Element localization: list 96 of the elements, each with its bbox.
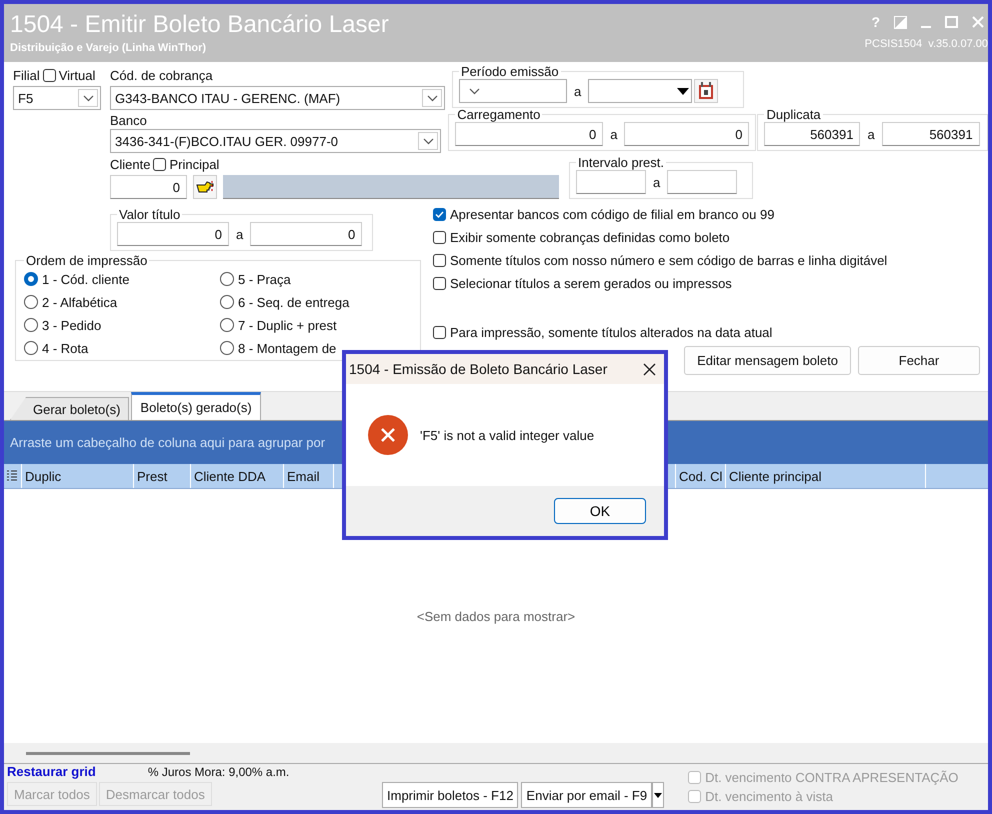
group-label: Período emissão <box>460 64 560 79</box>
column-chooser-icon[interactable] <box>7 470 17 482</box>
tab[interactable]: Gerar boleto(s) <box>10 397 130 420</box>
range-separator: a <box>236 226 244 242</box>
combo-box[interactable]: F5 <box>13 86 101 110</box>
calendar-icon <box>698 82 714 100</box>
column-header[interactable]: Cliente principal <box>726 464 926 488</box>
checkbox-label: Virtual <box>58 66 96 84</box>
input-field[interactable]: 560391 <box>764 122 860 146</box>
calendar-button[interactable] <box>694 79 718 103</box>
chevron-icon <box>422 138 434 144</box>
checkbox[interactable] <box>433 326 446 339</box>
checkbox-label: Principal <box>169 156 220 172</box>
field-label: Filial <box>13 66 40 84</box>
field-label: Banco <box>110 112 147 128</box>
dialog-title: 1504 - Emissão de Boleto Bancário Laser <box>349 361 608 377</box>
radio-button[interactable] <box>24 318 38 332</box>
radio-button[interactable] <box>24 341 38 355</box>
scrollbar-thumb[interactable] <box>26 752 190 754</box>
checkbox-label: Exibir somente cobranças definidas como boleto <box>450 230 730 245</box>
checkbox-label: Apresentar bancos com código de filial em branco ou 99 <box>450 207 774 222</box>
checkbox-label: Para impressão, somente títulos alterados na data atual <box>450 325 772 340</box>
radio-label: 2 - Alfabética <box>42 294 118 310</box>
range-separator: a <box>653 174 660 190</box>
field-label: Cód. de cobrança <box>110 66 213 84</box>
radio-label: 5 - Praça <box>238 272 291 286</box>
column-header[interactable]: Prest <box>134 464 191 488</box>
radio-button[interactable] <box>220 318 234 332</box>
input-field[interactable] <box>667 170 738 194</box>
column-header[interactable]: Cliente DDA <box>191 464 284 488</box>
checkbox-label: Somente títulos com nosso número e sem código de barras e linha digitável <box>450 253 888 268</box>
chevron-icon <box>82 94 94 102</box>
checkbox-label: Dt. vencimento CONTRA APRESENTAÇÃO <box>705 770 958 785</box>
checkbox[interactable] <box>433 208 446 221</box>
radio-label: 8 - Montagem de <box>238 340 336 356</box>
empty-message: <Sem dados para mostrar> <box>416 608 576 624</box>
date-field[interactable] <box>588 79 692 103</box>
dropdown-button[interactable] <box>652 782 664 808</box>
range-separator: a <box>610 126 618 142</box>
input-field[interactable]: 0 <box>250 222 362 246</box>
group-label: Carregamento <box>456 107 542 122</box>
radio-label: 3 - Pedido <box>42 318 102 332</box>
checkbox[interactable] <box>433 231 446 244</box>
print-button[interactable]: Imprimir boletos - F12 <box>382 782 518 808</box>
input-field[interactable]: 0 <box>117 222 229 246</box>
radio-button[interactable] <box>24 295 38 309</box>
group-label: Duplicata <box>765 107 822 122</box>
combo-box[interactable]: G343-BANCO ITAU - GERENC. (MAF) <box>110 86 445 110</box>
combo-box[interactable]: 3436-341-(F)BCO.ITAU GER. 09977-0 <box>110 129 442 153</box>
radio-button[interactable] <box>220 295 234 309</box>
column-header[interactable]: Duplic <box>22 464 134 488</box>
action-button[interactable]: Editar mensagem boleto <box>684 346 851 375</box>
checkbox[interactable] <box>433 254 446 267</box>
error-message: 'F5' is not a valid integer value <box>420 428 594 442</box>
restore-grid-link[interactable]: Restaurar grid <box>7 764 96 779</box>
window-subtitle: Distribuição e Varejo (Linha WinThor) <box>10 42 208 54</box>
group-label: Ordem de impressão <box>25 253 148 268</box>
radio-button[interactable] <box>220 272 234 286</box>
radio-label: 1 - Cód. cliente <box>42 272 130 286</box>
checkbox-label: Dt. vencimento à vista <box>705 789 833 804</box>
checkbox[interactable] <box>433 277 446 290</box>
chevron-icon <box>426 94 438 102</box>
radio-label: 6 - Seq. de entrega <box>238 294 350 310</box>
input-field[interactable]: 0 <box>624 122 750 146</box>
range-separator: a <box>867 126 875 142</box>
chevron-icon <box>468 88 480 94</box>
input-field[interactable] <box>576 170 646 194</box>
field-label: Cliente <box>110 156 150 172</box>
tab[interactable]: Boleto(s) gerado(s) <box>131 392 261 420</box>
ok-button[interactable]: OK <box>554 498 646 524</box>
version-label: PCSIS1504 v.35.0.07.00 <box>864 38 988 50</box>
caret-icon <box>654 792 662 798</box>
interest-label: % Juros Mora: 9,00% a.m. <box>148 765 290 779</box>
range-separator: a <box>574 84 582 98</box>
radio-label: 7 - Duplic + prest <box>238 318 337 332</box>
input-field[interactable]: 560391 <box>882 122 980 146</box>
dropdown-icon[interactable] <box>677 88 690 94</box>
radio-label: 4 - Rota <box>42 340 88 356</box>
close-icon[interactable] <box>643 362 656 376</box>
error-icon <box>368 415 408 455</box>
radio-button[interactable] <box>24 272 38 286</box>
checkbox[interactable] <box>42 68 56 82</box>
pointing-hand-icon <box>196 180 214 194</box>
group-label: Valor título <box>118 207 182 222</box>
action-button[interactable]: Fechar <box>858 346 980 375</box>
search-button[interactable] <box>193 175 217 199</box>
radio-button[interactable] <box>220 341 234 355</box>
checkbox[interactable] <box>153 158 166 170</box>
column-header[interactable]: Email <box>284 464 334 488</box>
email-button[interactable]: Enviar por email - F9 <box>521 782 652 808</box>
column-header[interactable]: Cod. Cl <box>676 464 726 488</box>
input-field[interactable]: 0 <box>455 122 604 146</box>
input-field[interactable]: 0 <box>110 175 187 199</box>
window-title: 1504 - Emitir Boleto Bancário Laser <box>10 11 389 39</box>
checkbox-label: Selecionar títulos a serem gerados ou impressos <box>450 276 732 291</box>
group-label: Intervalo prest. <box>577 155 665 170</box>
